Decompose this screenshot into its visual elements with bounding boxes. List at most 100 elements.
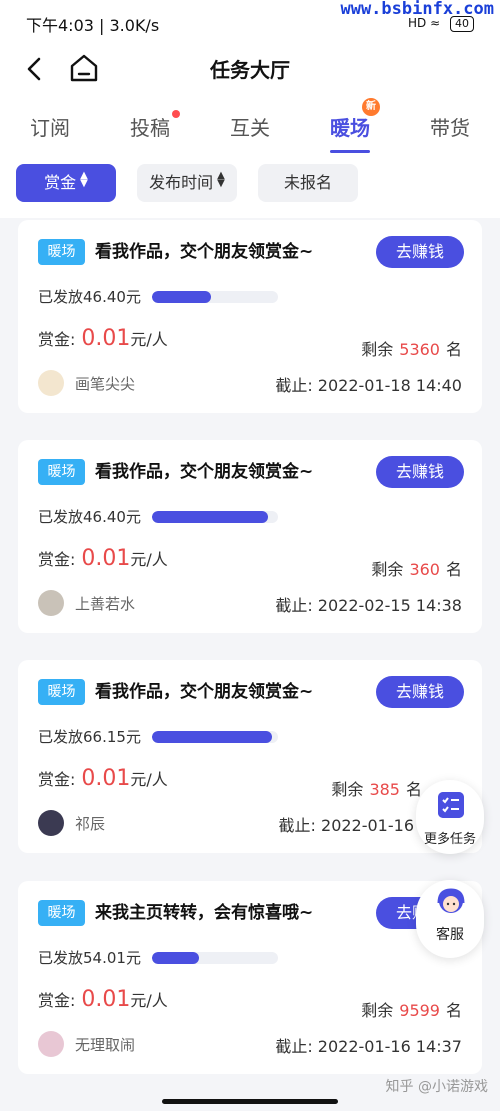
reward-label: 赏金: — [38, 550, 76, 569]
reward-info: 赏金: 0.01元/人 — [38, 987, 168, 1012]
deadline: 截止: 2022-02-15 14:38 — [275, 596, 462, 615]
tab-warmup[interactable]: 暖场新 — [308, 98, 392, 153]
publisher-name: 画笔尖尖 — [75, 375, 136, 393]
avatar — [38, 810, 64, 836]
system-icons: HD ≈ 40 — [408, 16, 474, 32]
reward-unit: 元/人 — [130, 770, 168, 789]
tab-label: 投稿 — [130, 116, 170, 140]
more-tasks-button[interactable]: 更多任务 — [416, 780, 484, 854]
remain-prefix: 剩余 — [361, 340, 394, 359]
earn-money-button[interactable]: 去赚钱 — [376, 456, 464, 488]
nav-bar: 任务大厅 — [0, 44, 500, 92]
deadline: 截止: 2022-01-16 14:37 — [275, 1037, 462, 1056]
reward-unit: 元/人 — [130, 991, 168, 1010]
sort-arrows-icon: ▲ ▼ — [217, 170, 225, 189]
reward-amount: 0.01 — [81, 766, 131, 791]
task-title: 来我主页转转，会有惊喜哦~ — [95, 903, 314, 923]
tab-submit[interactable]: 投稿 — [108, 110, 192, 141]
task-card[interactable]: 暖场 看我作品，交个朋友领赏金~ 去赚钱 已发放66.15元 赏金: 0.01元/… — [18, 660, 482, 853]
task-title: 看我作品，交个朋友领赏金~ — [95, 242, 314, 262]
task-title: 看我作品，交个朋友领赏金~ — [95, 462, 314, 482]
new-badge: 新 — [362, 98, 380, 116]
progress-fill — [152, 291, 212, 303]
zhihu-watermark: 知乎 @小诺游戏 — [385, 1079, 488, 1095]
paid-progress-bar — [152, 731, 278, 743]
filter-reward-sort[interactable]: 赏金 ▲ ▼ — [16, 164, 116, 202]
earn-money-button[interactable]: 去赚钱 — [376, 236, 464, 268]
filter-label: 赏金 — [44, 173, 77, 192]
category-tabs: 订阅 投稿 互关 暖场新 带货 — [0, 92, 500, 156]
tab-label: 互关 — [230, 116, 270, 140]
paid-amount: 已发放46.40元 — [38, 508, 141, 526]
remaining-slots: 剩余 9599 名 — [361, 997, 462, 1021]
task-tag: 暖场 — [38, 679, 85, 705]
hd-signal-icon: HD — [408, 16, 427, 30]
progress-fill — [152, 952, 199, 964]
reward-amount: 0.01 — [81, 546, 131, 571]
publisher-name: 上善若水 — [75, 595, 136, 613]
paid-amount: 已发放54.01元 — [38, 949, 141, 967]
avatar — [38, 590, 64, 616]
deadline: 截止: 2022-01-18 14:40 — [275, 376, 462, 395]
tab-subscribe[interactable]: 订阅 — [8, 112, 92, 141]
home-indicator[interactable] — [162, 1099, 338, 1104]
reward-unit: 元/人 — [130, 330, 168, 349]
tab-label: 暖场 — [330, 116, 370, 140]
remain-suffix: 名 — [445, 560, 462, 579]
remain-suffix: 名 — [445, 340, 462, 359]
remain-prefix: 剩余 — [371, 560, 404, 579]
task-card[interactable]: 暖场 看我作品，交个朋友领赏金~ 去赚钱 已发放46.40元 赏金: 0.01元/… — [18, 440, 482, 633]
reward-info: 赏金: 0.01元/人 — [38, 766, 168, 791]
status-bar: 下午4:03 | 3.0K/s www.bsbinfx.com HD ≈ 40 — [0, 0, 500, 44]
remain-count: 9599 — [399, 1001, 440, 1020]
remain-prefix: 剩余 — [361, 1001, 394, 1020]
remain-count: 5360 — [399, 340, 440, 359]
deadline: 截止: 2022-01-16 — [278, 816, 414, 835]
remaining-slots: 剩余 360 名 — [371, 556, 462, 580]
tab-sell-goods[interactable]: 带货 — [408, 112, 492, 141]
tab-label: 订阅 — [30, 116, 70, 140]
remaining-slots: 剩余 5360 名 — [361, 336, 462, 360]
reward-amount: 0.01 — [81, 987, 131, 1012]
reward-label: 赏金: — [38, 770, 76, 789]
customer-service-label: 客服 — [436, 927, 464, 943]
page-title: 任务大厅 — [210, 58, 290, 82]
battery-icon: 40 — [450, 16, 474, 32]
reward-info: 赏金: 0.01元/人 — [38, 546, 168, 571]
task-card[interactable]: 暖场 来我主页转转，会有惊喜哦~ 去赚钱 已发放54.01元 赏金:0.01元/… — [18, 881, 482, 1074]
tab-label: 带货 — [430, 116, 470, 140]
active-tab-indicator — [330, 150, 370, 153]
reward-amount: 0.01 — [81, 326, 131, 351]
status-time: 下午4:03 | 3.0K/s — [26, 16, 160, 35]
reward-unit: 元/人 — [130, 550, 168, 569]
task-list-icon — [438, 792, 464, 818]
remain-suffix: 名 — [445, 1001, 462, 1020]
reward-info: 赏金: 0.01元/人 — [38, 326, 168, 351]
remain-count: 385 — [369, 780, 400, 799]
remain-count: 360 — [409, 560, 440, 579]
filter-bar: 赏金 ▲ ▼ 发布时间 ▲ ▼ 未报名 — [0, 156, 500, 218]
task-title: 看我作品，交个朋友领赏金~ — [95, 682, 314, 702]
customer-service-button[interactable]: 客服 — [416, 880, 484, 958]
wifi-icon: ≈ — [430, 16, 441, 30]
notification-dot — [172, 110, 180, 118]
filter-label: 发布时间 — [149, 173, 214, 192]
filter-not-registered[interactable]: 未报名 — [258, 164, 358, 202]
paid-amount: 已发放46.40元 — [38, 288, 141, 306]
task-card[interactable]: 暖场 看我作品，交个朋友领赏金~ 去赚钱 已发放46.40元 赏金: 0.01元/… — [18, 220, 482, 413]
task-tag: 暖场 — [38, 900, 85, 926]
reward-label: 赏金: — [38, 991, 76, 1010]
tab-follow-each-other[interactable]: 互关 — [208, 112, 292, 141]
paid-progress-bar — [152, 291, 278, 303]
remain-prefix: 剩余 — [331, 780, 364, 799]
customer-service-icon — [437, 888, 465, 913]
earn-money-button[interactable]: 去赚钱 — [376, 676, 464, 708]
task-tag: 暖场 — [38, 239, 85, 265]
progress-fill — [152, 511, 268, 523]
filter-label: 未报名 — [283, 173, 332, 192]
filter-publish-time-sort[interactable]: 发布时间 ▲ ▼ — [137, 164, 237, 202]
sort-arrows-icon: ▲ ▼ — [80, 170, 88, 189]
progress-fill — [152, 731, 272, 743]
publisher-name: 祁辰 — [75, 815, 106, 833]
remaining-slots: 剩余 385 名 — [331, 776, 422, 800]
